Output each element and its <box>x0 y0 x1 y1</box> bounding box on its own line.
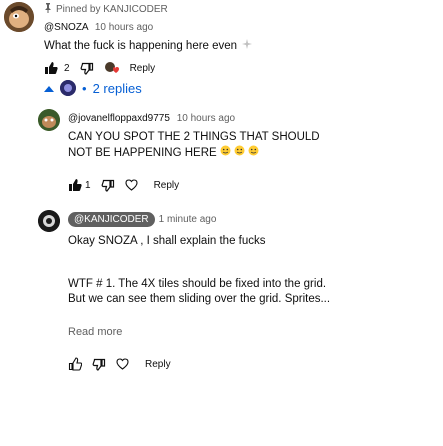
heart-outline-icon <box>116 358 129 370</box>
dislike-button[interactable] <box>80 61 94 75</box>
thumbs-down-icon <box>101 179 114 192</box>
reply-button[interactable]: Reply <box>145 359 171 370</box>
chevron-up-icon <box>44 81 54 96</box>
like-button[interactable] <box>68 357 82 371</box>
like-button[interactable]: 1 <box>68 178 91 192</box>
like-count: 2 <box>64 62 70 74</box>
thumbs-up-icon <box>69 179 82 191</box>
pinned-label: Pinned by KANJICODER <box>56 4 168 15</box>
thumbs-up-icon <box>68 357 82 371</box>
reply2-text: Okay SNOZA , I shall explain the fucks W… <box>68 234 438 307</box>
reply1-text-line1: CAN YOU SPOT THE 2 THINGS THAT SHOULD <box>68 131 320 143</box>
heart-button[interactable] <box>116 358 129 370</box>
thumbs-up-icon <box>45 62 58 74</box>
comment-text: What the fuck is happening here even <box>44 39 253 54</box>
pin-icon <box>44 3 52 16</box>
reply-button[interactable]: Reply <box>154 180 180 191</box>
creator-badge[interactable]: @KANJICODER <box>68 212 155 227</box>
reply2-actions: Reply <box>68 357 171 371</box>
reply2-text-line3: But we can see them sliding over the gri… <box>68 293 331 305</box>
comment-actions: 2 Reply <box>44 61 155 75</box>
reply1-text: CAN YOU SPOT THE 2 THINGS THAT SHOULD NO… <box>68 130 320 161</box>
reply1-text-line2: NOT BE HAPPENING HERE <box>68 146 217 159</box>
heart-button[interactable] <box>125 179 138 191</box>
like-count: 1 <box>85 179 91 191</box>
reply2-text-line1: Okay SNOZA , I shall explain the fucks <box>68 235 266 247</box>
sparkle-emoji-icon <box>242 39 253 54</box>
dislike-button[interactable] <box>92 357 106 371</box>
comment-text-body: What the fuck is happening here even <box>44 40 238 52</box>
emoji-face-icon <box>248 145 259 161</box>
replies-count-label: 2 replies <box>92 80 142 96</box>
reply2-time[interactable]: 1 minute ago <box>159 214 217 225</box>
comment-header: @SNOZA 10 hours ago <box>44 22 153 33</box>
reply2-text-line2: WTF # 1. The 4X tiles should be fixed in… <box>68 278 327 290</box>
creator-heart-badge <box>104 61 120 75</box>
reply2-header: @KANJICODER 1 minute ago <box>68 212 216 227</box>
creator-heart-icon <box>104 62 119 73</box>
dislike-button[interactable] <box>101 178 115 192</box>
reply-button[interactable]: Reply <box>130 63 156 74</box>
comment-time[interactable]: 10 hours ago <box>95 22 153 33</box>
avatar-image <box>38 210 60 232</box>
avatar-image <box>38 109 60 131</box>
dot-separator: • <box>82 80 87 96</box>
avatar-snoza[interactable] <box>4 2 34 32</box>
pinned-indicator: Pinned by KANJICODER <box>44 3 168 16</box>
comment-author[interactable]: @SNOZA <box>44 22 88 33</box>
replies-toggle[interactable]: • 2 replies <box>44 80 142 96</box>
reply1-author[interactable]: @jovanelfloppaxd9775 <box>68 113 170 124</box>
thumbs-down-icon <box>92 358 106 371</box>
emoji-face-icon <box>220 145 231 161</box>
thumbs-down-icon <box>80 62 93 75</box>
read-more-link[interactable]: Read more <box>68 326 122 338</box>
avatar-kanjicoder[interactable] <box>38 210 60 232</box>
reply1-text-line2-row: NOT BE HAPPENING HERE <box>68 145 320 161</box>
replier-avatar <box>60 80 76 96</box>
avatar-image <box>4 2 34 32</box>
emoji-face-icon <box>234 145 245 161</box>
reply1-header: @jovanelfloppaxd9775 10 hours ago <box>68 113 235 124</box>
reply1-time[interactable]: 10 hours ago <box>177 113 235 124</box>
heart-outline-icon <box>125 179 138 191</box>
like-button[interactable]: 2 <box>44 61 70 75</box>
reply1-actions: 1 Reply <box>68 178 179 192</box>
avatar-jovanel[interactable] <box>38 109 60 131</box>
